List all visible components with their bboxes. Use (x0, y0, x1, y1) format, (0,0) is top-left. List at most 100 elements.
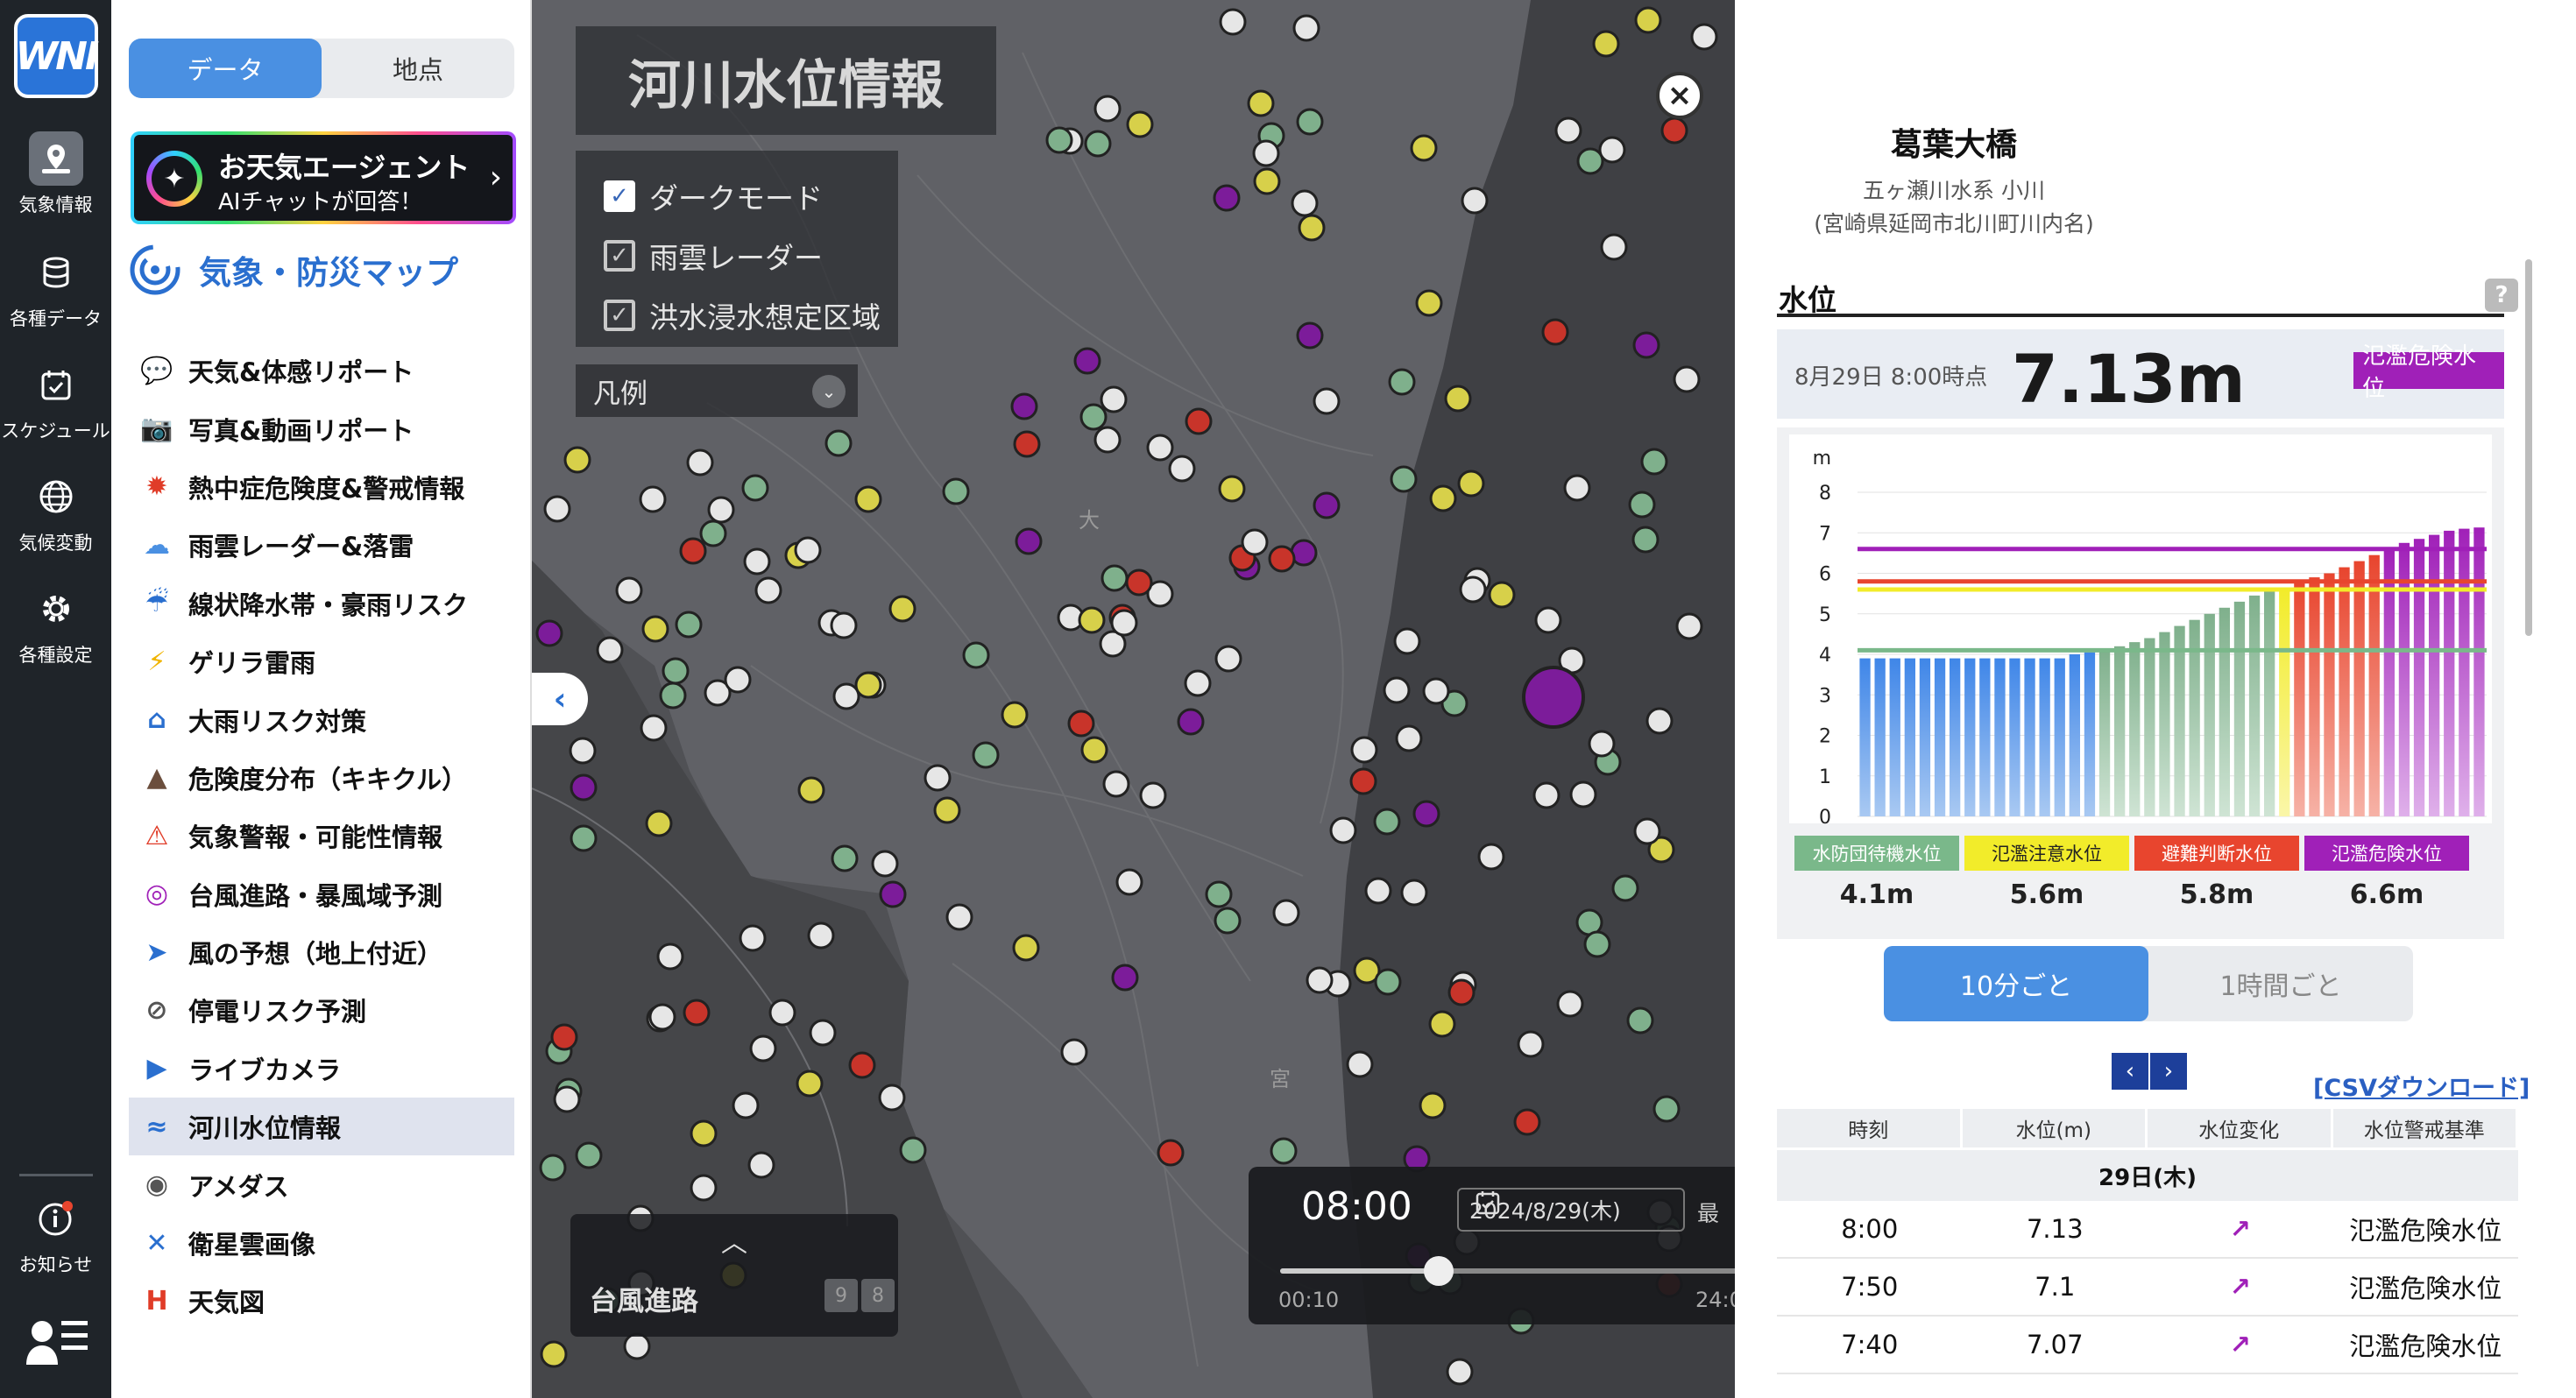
station-marker[interactable] (1185, 407, 1213, 435)
station-marker[interactable] (645, 809, 673, 837)
menu-item[interactable]: ☁ 雨雲レーダー&落雷 (129, 516, 514, 574)
station-marker[interactable] (1010, 392, 1038, 420)
station-marker[interactable] (1598, 136, 1626, 164)
station-marker[interactable] (1213, 184, 1241, 212)
station-marker[interactable] (1446, 1358, 1474, 1386)
station-marker[interactable] (1102, 770, 1130, 798)
checkbox-unchecked[interactable]: ✓ (604, 300, 635, 331)
station-marker[interactable] (1600, 233, 1628, 261)
station-marker[interactable] (830, 611, 858, 639)
station-marker[interactable] (1410, 134, 1438, 162)
station-marker[interactable] (1080, 736, 1108, 764)
station-marker[interactable] (553, 1085, 581, 1113)
station-marker[interactable] (1219, 8, 1247, 36)
station-marker[interactable] (1012, 934, 1040, 962)
checkbox-checked[interactable]: ✓ (604, 180, 635, 212)
rail-item-weather[interactable]: 気象情報 (0, 131, 111, 217)
station-marker[interactable] (1306, 966, 1334, 994)
station-marker[interactable] (575, 1141, 603, 1169)
help-icon[interactable]: ? (2485, 279, 2518, 312)
station-marker[interactable] (899, 1136, 927, 1164)
station-marker[interactable] (1388, 368, 1416, 396)
station-marker[interactable] (1457, 470, 1485, 498)
station-marker[interactable] (1100, 385, 1128, 413)
menu-item[interactable]: ▲ 危険度分布（キキクル） (129, 749, 514, 807)
station-marker[interactable] (1115, 868, 1143, 896)
station-marker[interactable] (1272, 899, 1300, 927)
station-marker[interactable] (1214, 645, 1242, 673)
station-marker[interactable] (1576, 147, 1604, 175)
station-marker[interactable] (1444, 385, 1472, 413)
rail-item-news[interactable]: お知らせ (0, 1191, 111, 1277)
station-marker[interactable] (1126, 110, 1154, 138)
station-marker[interactable] (640, 714, 668, 742)
station-marker[interactable] (535, 619, 563, 647)
station-marker[interactable] (794, 536, 822, 564)
station-marker[interactable] (1015, 527, 1043, 555)
rail-item-settings[interactable]: 各種設定 (0, 582, 111, 667)
selected-station-marker[interactable] (1522, 666, 1585, 729)
station-marker[interactable] (1270, 1137, 1298, 1165)
station-marker[interactable] (945, 903, 973, 931)
station-marker[interactable] (1013, 430, 1041, 458)
station-marker[interactable] (1001, 701, 1029, 729)
station-marker[interactable] (1428, 1010, 1456, 1038)
detail-scrollbar[interactable] (2525, 259, 2532, 636)
station-marker[interactable] (1541, 318, 1569, 346)
station-marker[interactable] (1583, 930, 1611, 958)
station-marker[interactable] (1296, 108, 1324, 136)
station-marker[interactable] (569, 737, 597, 765)
station-marker[interactable] (1640, 448, 1668, 476)
menu-item[interactable]: H 天気図 (129, 1272, 514, 1330)
station-marker[interactable] (615, 576, 643, 604)
station-marker[interactable] (1393, 627, 1421, 655)
station-marker[interactable] (1556, 990, 1584, 1018)
station-marker[interactable] (768, 999, 796, 1027)
station-marker[interactable] (743, 547, 771, 575)
station-marker[interactable] (1611, 874, 1639, 902)
latest-button[interactable]: 最 (1697, 1197, 1719, 1228)
station-marker[interactable] (570, 773, 598, 801)
station-marker[interactable] (1532, 781, 1560, 809)
station-marker[interactable] (1660, 116, 1688, 145)
toggle-dark-mode[interactable]: ✓ ダークモード (576, 166, 898, 226)
station-marker[interactable] (732, 1091, 760, 1119)
station-marker[interactable] (1184, 669, 1212, 697)
csv-download-link[interactable]: [CSVダウンロード] (2313, 1069, 2530, 1103)
station-marker[interactable] (1214, 907, 1242, 935)
station-marker[interactable] (1419, 1091, 1447, 1119)
station-marker[interactable] (1350, 736, 1378, 764)
time-slider-handle[interactable] (1424, 1256, 1454, 1286)
station-marker[interactable] (832, 682, 860, 710)
station-marker[interactable] (659, 681, 687, 710)
station-marker[interactable] (1652, 1095, 1681, 1123)
menu-item[interactable]: ⚡ ゲリラ雷雨 (129, 632, 514, 690)
station-marker[interactable] (1218, 475, 1246, 503)
station-marker[interactable] (942, 477, 970, 505)
station-marker[interactable] (1628, 491, 1656, 519)
menu-item[interactable]: ◎ 台風進路・暴風域予測 (129, 865, 514, 923)
tab-10min[interactable]: 10分ごと (1884, 946, 2148, 1021)
tab-1hour[interactable]: 1時間ごと (2148, 946, 2413, 1021)
station-marker[interactable] (824, 429, 853, 457)
station-marker[interactable] (1313, 491, 1341, 519)
station-marker[interactable] (1268, 545, 1296, 573)
station-marker[interactable] (854, 485, 882, 513)
station-marker[interactable] (1100, 564, 1129, 592)
station-marker[interactable] (596, 636, 624, 664)
typhoon-badge[interactable]: 8 (861, 1279, 895, 1312)
station-marker[interactable] (1296, 321, 1324, 350)
station-marker[interactable] (1045, 126, 1073, 154)
station-marker[interactable] (1241, 528, 1269, 556)
checkbox-unchecked[interactable]: ✓ (604, 240, 635, 272)
station-marker[interactable] (807, 921, 835, 950)
station-marker[interactable] (1253, 167, 1281, 195)
menu-item[interactable]: 💬 天気&体感リポート (129, 342, 514, 399)
menu-item[interactable]: ✹ 熱中症危険度&警戒情報 (129, 458, 514, 516)
menu-item[interactable]: ✕ 衛星雲画像 (129, 1214, 514, 1272)
station-marker[interactable] (1563, 474, 1591, 502)
menu-item[interactable]: ☔ 線状降水帯・豪雨リスク (129, 575, 514, 632)
station-marker[interactable] (879, 880, 907, 908)
station-marker[interactable] (1513, 1108, 1541, 1136)
station-marker[interactable] (1349, 767, 1377, 795)
